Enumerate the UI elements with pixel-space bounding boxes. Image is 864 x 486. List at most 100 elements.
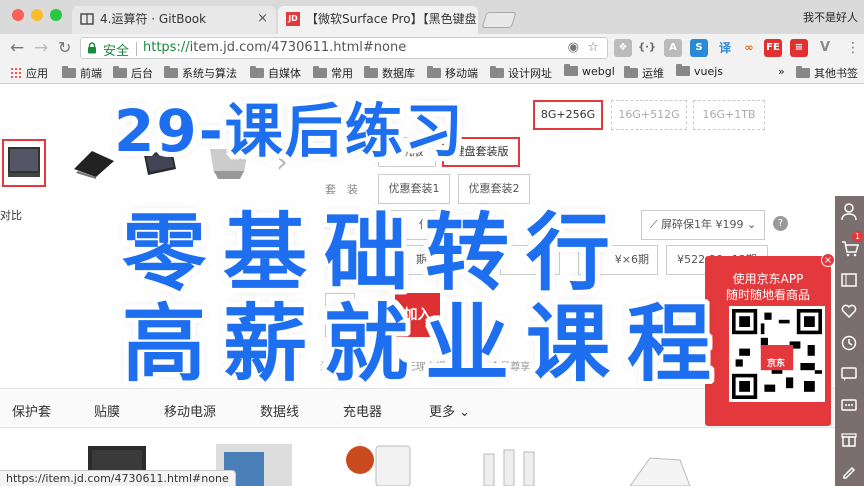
- folder-icon: [490, 66, 504, 78]
- bookmark-other[interactable]: 其他书签: [796, 65, 858, 81]
- url-text[interactable]: https://item.jd.com/4730611.html#none: [143, 40, 406, 55]
- option-version[interactable]: 16G+1TB: [693, 100, 765, 130]
- browser-tab-bar: 4.运算符 · GitBook × JD 【微软Surface Pro】【黑色键…: [0, 0, 864, 34]
- browser-toolbar: ← → ↻ 安全 https://item.jd.com/4730611.htm…: [0, 34, 864, 62]
- bookmark-folder[interactable]: 运维: [624, 65, 664, 81]
- book-icon: [80, 13, 94, 25]
- profile-name[interactable]: 我不是好人: [803, 9, 858, 25]
- category-tab[interactable]: 数据线: [260, 401, 299, 420]
- bookmark-folder[interactable]: 数据库: [364, 65, 415, 81]
- option-screen-insurance[interactable]: ⟋ 屏碎保1年 ¥199 ⌄: [641, 210, 765, 240]
- bookmarks-overflow-chevron[interactable]: »: [778, 65, 785, 78]
- category-tab[interactable]: 保护套: [12, 401, 51, 420]
- jd-favicon-icon: JD: [286, 12, 300, 26]
- maximize-window-icon[interactable]: [50, 9, 62, 21]
- thumbnail-selected[interactable]: [2, 139, 46, 187]
- lock-icon: [88, 42, 96, 54]
- bookmark-folder[interactable]: webgl: [564, 64, 615, 78]
- bookmarks-bar: 应用 前端 后台 系统与算法 自媒体 常用 数据库 移动端 设计网址 webgl…: [0, 62, 864, 84]
- tab-title: 【微软Surface Pro】【黑色键盘: [306, 12, 477, 26]
- option-version[interactable]: 16G+512G: [611, 100, 687, 130]
- folder-icon: [624, 66, 638, 78]
- address-bar[interactable]: 安全 https://item.jd.com/4730611.html#none…: [80, 37, 608, 59]
- extension-puzzle-icon[interactable]: ❖: [614, 39, 632, 57]
- service-gift-icon[interactable]: [835, 424, 864, 456]
- history-clock-icon[interactable]: [835, 328, 864, 360]
- bookmark-folder[interactable]: 常用: [313, 65, 353, 81]
- qr-pattern: [732, 309, 822, 399]
- reload-icon[interactable]: ↻: [58, 37, 71, 59]
- qr-code-image: 京东: [729, 306, 825, 402]
- tab-close-icon[interactable]: ×: [257, 6, 268, 32]
- compare-label[interactable]: 对比: [0, 207, 22, 223]
- jd-logo-text: 京东: [767, 359, 786, 369]
- minimize-window-icon[interactable]: [31, 9, 43, 21]
- menu-dots-icon[interactable]: ⋮: [846, 37, 860, 59]
- bookmark-folder[interactable]: 前端: [62, 65, 102, 81]
- edit-pen-icon[interactable]: [835, 456, 864, 486]
- tab-gitbook[interactable]: 4.运算符 · GitBook ×: [72, 6, 276, 34]
- apps-grid-icon: [10, 67, 22, 79]
- bookmark-folder[interactable]: 设计网址: [490, 65, 552, 81]
- tab-jd-surface[interactable]: JD 【微软Surface Pro】【黑色键盘: [278, 6, 478, 34]
- status-url-bar: https://item.jd.com/4730611.html#none: [0, 470, 236, 486]
- chevron-down-icon: ⌄: [459, 405, 471, 420]
- screenshot-root: 4.运算符 · GitBook × JD 【微软Surface Pro】【黑色键…: [0, 0, 864, 486]
- popup-close-icon[interactable]: ×: [821, 253, 835, 267]
- help-question-icon[interactable]: ?: [773, 216, 788, 231]
- address-divider: [136, 42, 137, 56]
- tab-title: 4.运算符 · GitBook: [100, 12, 207, 26]
- bookmark-folder[interactable]: vuejs: [676, 64, 723, 78]
- forward-arrow-icon[interactable]: →: [34, 37, 48, 59]
- bookmark-folder[interactable]: 后台: [113, 65, 153, 81]
- extension-translate-icon[interactable]: 译: [716, 39, 734, 57]
- favorite-heart-icon[interactable]: [835, 296, 864, 328]
- bookmark-star-icon[interactable]: ☆: [587, 40, 599, 55]
- tablet-image: [8, 147, 40, 177]
- category-tab[interactable]: 贴膜: [94, 401, 120, 420]
- message-icon[interactable]: [835, 360, 864, 392]
- extension-angular-icon[interactable]: A: [664, 39, 682, 57]
- close-window-icon[interactable]: [12, 9, 24, 21]
- broken-screen-icon: ⟋: [649, 218, 661, 231]
- category-tab-more[interactable]: 更多 ⌄: [429, 401, 470, 420]
- right-side-toolbar: 1: [835, 196, 864, 486]
- extension-infinity-icon[interactable]: ∞: [740, 39, 758, 57]
- shield-icon[interactable]: ◉: [568, 40, 579, 55]
- product-image-charger[interactable]: [620, 440, 700, 486]
- secure-label: 安全: [103, 44, 130, 59]
- bookmark-folder[interactable]: 系统与算法: [164, 65, 237, 81]
- extension-fe-icon[interactable]: FE: [764, 39, 782, 57]
- extension-json-icon[interactable]: {·}: [638, 39, 656, 57]
- cart-icon[interactable]: 1: [835, 231, 864, 266]
- folder-icon: [113, 66, 127, 78]
- folder-icon: [364, 66, 378, 78]
- folder-icon: [676, 64, 690, 76]
- back-arrow-icon[interactable]: ←: [10, 37, 24, 59]
- bookmark-apps[interactable]: 应用: [10, 65, 48, 81]
- extension-stack-icon[interactable]: ≡: [790, 39, 808, 57]
- user-icon[interactable]: [835, 196, 864, 228]
- compare-tool-icon[interactable]: [835, 266, 864, 298]
- folder-icon: [250, 66, 264, 78]
- product-image-cable[interactable]: [478, 440, 558, 486]
- overlay-headline-line2: 高薪就业课程: [122, 295, 729, 393]
- overlay-title: 29-课后练习: [114, 97, 465, 165]
- bookmark-folder[interactable]: 自媒体: [250, 65, 301, 81]
- folder-icon: [313, 66, 327, 78]
- category-tab[interactable]: 移动电源: [164, 401, 216, 420]
- extension-s-icon[interactable]: S: [690, 39, 708, 57]
- category-tab[interactable]: 充电器: [343, 401, 382, 420]
- new-tab-button[interactable]: [481, 12, 517, 28]
- extension-v-icon[interactable]: V: [816, 39, 834, 57]
- product-image-powerbank[interactable]: [370, 440, 420, 486]
- option-version-selected[interactable]: 8G+256G: [533, 100, 603, 130]
- thumbnail-image[interactable]: [68, 141, 118, 181]
- folder-icon: [564, 64, 578, 76]
- bookmark-folder[interactable]: 移动端: [427, 65, 478, 81]
- folder-icon: [427, 66, 441, 78]
- folder-icon: [62, 66, 76, 78]
- folder-icon: [164, 66, 178, 78]
- feedback-chat-icon[interactable]: [835, 392, 864, 424]
- folder-icon: [796, 66, 810, 78]
